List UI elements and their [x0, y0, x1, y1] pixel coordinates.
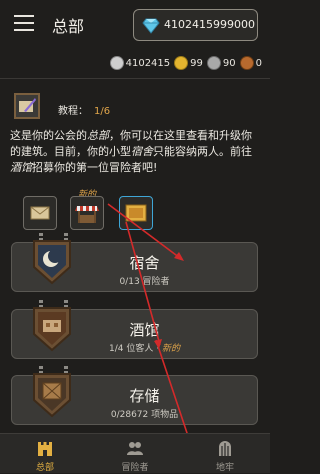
menu-icon[interactable]: [14, 15, 34, 31]
tutorial-progress: 1/6: [94, 106, 111, 117]
map-button[interactable]: [119, 196, 153, 230]
copper-coin-icon: [239, 56, 254, 70]
currency-copper: 0: [239, 56, 262, 70]
nav-label: 总部: [35, 463, 54, 473]
tutorial-text-emph: 酒馆: [10, 161, 32, 174]
diamond-icon: [142, 18, 160, 34]
tutorial-text: 这是你的公会的总部，你可以在这里查看和升级你的建筑。目前，你的小型宿舍只能容纳两…: [10, 128, 262, 176]
building-name: 存储: [129, 387, 160, 405]
building-status: 0/13 冒险者: [12, 274, 257, 287]
building-name: 宿舍: [129, 254, 160, 272]
building-card-dormitory[interactable]: 宿舍 0/13 冒险者: [11, 233, 258, 292]
crown-coin-icon: [109, 56, 124, 70]
gems-value: 4102415999000: [164, 18, 255, 31]
tutorial-text-part: 招募你的第一位冒险者吧!: [32, 161, 158, 174]
building-name: 酒馆: [129, 321, 160, 339]
tutorial-text-emph: 总部: [87, 129, 109, 142]
silver-coin-icon: [206, 56, 221, 70]
castle-icon: [38, 442, 52, 456]
building-status-text: 1/4 位客人 ·: [109, 344, 162, 354]
people-icon: [127, 442, 143, 455]
nav-adventurers[interactable]: 冒险者: [90, 434, 180, 474]
building-status-text: 0/28672 项物品: [110, 410, 179, 420]
currency-gold: 99: [174, 56, 203, 70]
currency-row: 4102415 99 90 0: [109, 55, 262, 71]
currency-silver: 90: [206, 56, 236, 70]
dungeon-gate-icon: [219, 441, 231, 456]
building-status: 1/4 位客人 · 新的: [12, 341, 257, 354]
tutorial-text-part: 只能容纳两人。前往: [153, 145, 252, 158]
nav-label: 地牢: [215, 463, 234, 473]
gold-coin-icon: [174, 56, 189, 70]
envelope-icon: [30, 206, 50, 220]
building-card-storage[interactable]: 存储 0/28672 项物品: [11, 366, 258, 425]
shop-button[interactable]: [70, 196, 104, 230]
tutorial-text-part: 这是你的公会的: [10, 129, 87, 142]
currency-crown: 4102415: [109, 56, 171, 70]
quick-actions: 新的: [23, 190, 163, 233]
bottom-nav: 总部 冒险者 地牢: [0, 433, 270, 473]
building-status-text: 0/13 冒险者: [119, 277, 170, 287]
map-icon: [125, 204, 147, 222]
mail-button[interactable]: [23, 196, 57, 230]
currency-value: 99: [190, 57, 203, 69]
quill-scroll-icon: [14, 93, 40, 119]
building-status: 0/28672 项物品: [12, 407, 257, 420]
tutorial-label-text: 教程：: [58, 106, 88, 117]
top-bar: 总部 4102415999000: [0, 0, 270, 48]
nav-label: 冒险者: [121, 463, 149, 473]
tutorial-text-emph: 宿舍: [131, 145, 153, 158]
gems-button[interactable]: 4102415999000: [133, 9, 258, 41]
building-card-tavern[interactable]: 酒馆 1/4 位客人 · 新的: [11, 300, 258, 359]
currency-value: 4102415: [125, 57, 171, 69]
currency-value: 90: [222, 57, 236, 69]
tutorial-label: 教程： 1/6: [58, 102, 110, 117]
nav-headquarters[interactable]: 总部: [0, 434, 90, 474]
new-tag: 新的: [161, 344, 180, 354]
shop-stall-icon: [75, 206, 99, 223]
page-title: 总部: [52, 17, 85, 36]
header-divider: [0, 78, 270, 79]
currency-value: 0: [255, 57, 262, 69]
nav-dungeon[interactable]: 地牢: [180, 434, 270, 474]
